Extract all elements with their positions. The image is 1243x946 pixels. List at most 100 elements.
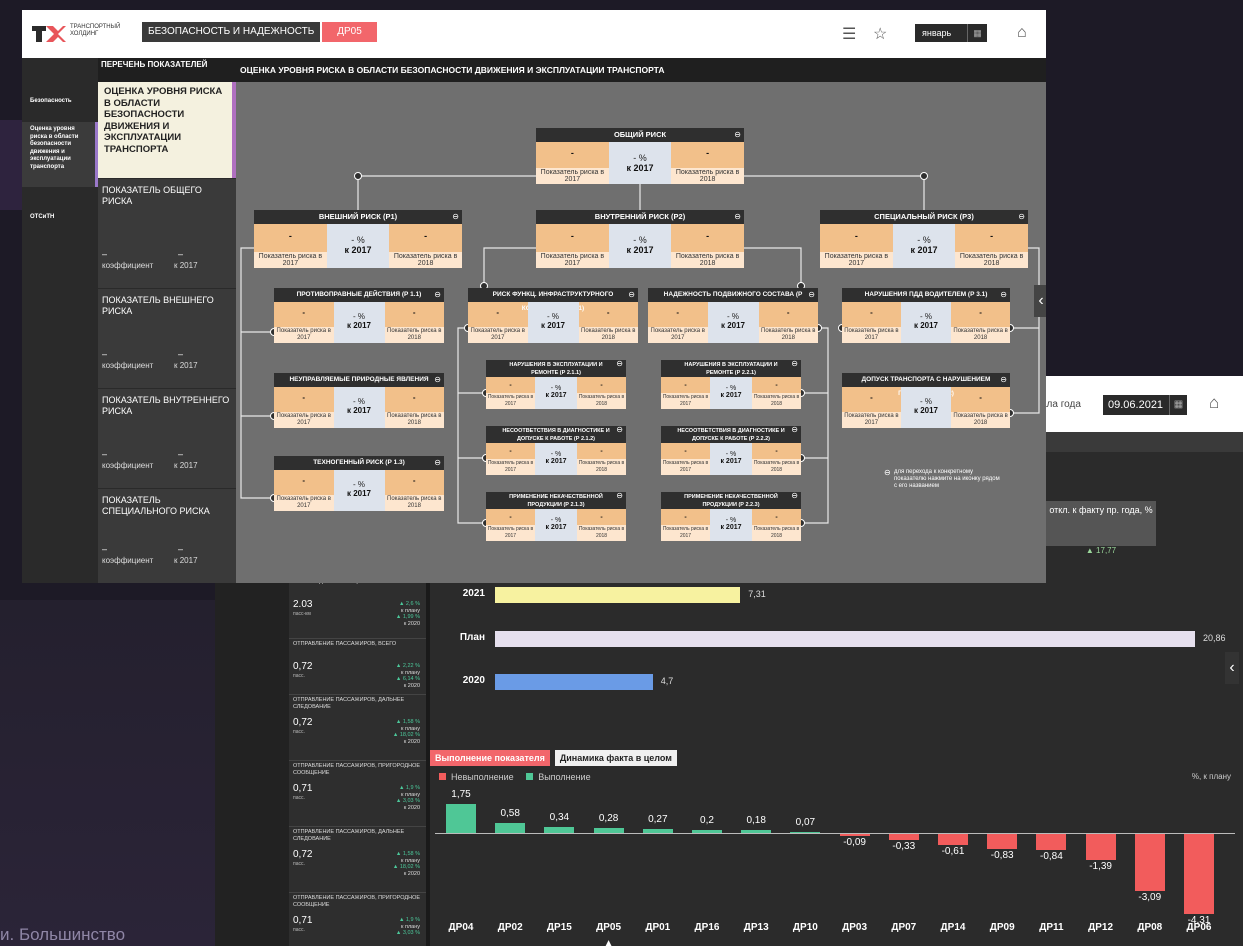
risk-box-title: НАДЕЖНОСТЬ ПОДВИЖНОГО СОСТАВА (Р 2.2)⊖ xyxy=(648,288,818,312)
risk-change-pct: - % xyxy=(919,312,932,322)
risk-value-cell: - Показатель риска в 2017 xyxy=(468,302,528,343)
bar[interactable] xyxy=(1184,834,1214,914)
risk-value-label: Показатель риска в 2018 xyxy=(758,327,818,343)
month-select[interactable]: январь xyxy=(915,24,967,42)
risk-box[interactable]: НЕСООТВЕТСТВИЯ В ДИАГНОСТИКЕ И ДОПУСКЕ К… xyxy=(486,426,626,475)
list-item[interactable]: ПОКАЗАТЕЛЬ СПЕЦИАЛЬНОГО РИСКА – – коэффицие… xyxy=(98,488,236,583)
nav-item-risk[interactable]: Оценка уровня риска в области безопаснос… xyxy=(22,122,98,187)
list-item-active[interactable]: ОЦЕНКА УРОВНЯ РИСКА В ОБЛАСТИ БЕЗОПАСНОС… xyxy=(98,82,236,178)
risk-value-cell: - Показатель риска в 2017 xyxy=(661,377,710,409)
coefficient-label: коэффициент xyxy=(102,361,154,370)
arrow-circle-icon[interactable]: ⊖ xyxy=(452,210,459,224)
arrow-circle-icon[interactable]: ⊖ xyxy=(734,128,741,142)
risk-box[interactable]: РИСК ФУНКЦ. ИНФРАСТРУКТУРНОГО КОМПЛЕКСА … xyxy=(468,288,638,343)
date-field[interactable]: 09.06.2021 xyxy=(1103,395,1169,415)
calendar-icon[interactable]: ▦ xyxy=(967,24,987,42)
kpi-unit: пасс. xyxy=(293,729,305,735)
risk-box[interactable]: ДОПУСК ТРАНСПОРТА С НАРУШЕНИЕМ ПОГРУЗКИ … xyxy=(842,373,1010,428)
bar[interactable] xyxy=(495,823,526,833)
bar[interactable] xyxy=(593,828,624,833)
risk-box[interactable]: ПРОТИВОПРАВНЫЕ ДЕЙСТВИЯ (Р 1.1) ⊖ - Показат… xyxy=(274,288,444,343)
kpi-title: ОТПРАВЛЕНИЕ ПАССАЖИРОВ, ДАЛЬНЕЕ СЛЕДОВАН… xyxy=(293,829,405,842)
arrow-circle-icon[interactable]: ⊖ xyxy=(1000,373,1007,387)
home-icon[interactable]: ⌂ xyxy=(1017,24,1027,42)
home-icon[interactable]: ⌂ xyxy=(1209,393,1219,413)
bar[interactable] xyxy=(1134,834,1165,892)
arrow-circle-icon[interactable]: ⊖ xyxy=(1000,288,1007,302)
risk-box[interactable]: ПРИМЕНЕНИЕ НЕКАЧЕСТВЕННОЙ ПРОДУКЦИИ (Р 2… xyxy=(661,492,801,541)
bar[interactable] xyxy=(692,829,722,833)
nav-item-otsitn[interactable]: ОТСиТН xyxy=(22,214,98,222)
list-item[interactable]: ПОКАЗАТЕЛЬ ОБЩЕГО РИСКА – – коэффициент к 20… xyxy=(98,178,236,288)
risk-box[interactable]: НАРУШЕНИЯ В ЭКСПЛУАТАЦИИ И РЕМОНТЕ (Р 2.… xyxy=(661,360,801,409)
arrow-circle-icon[interactable]: ⊖ xyxy=(791,492,798,500)
section-button[interactable]: БЕЗОПАСНОСТЬ И НАДЕЖНОСТЬ xyxy=(142,22,321,42)
arrow-circle-icon[interactable]: ⊖ xyxy=(434,373,441,387)
risk-box[interactable]: ВНУТРЕННИЙ РИСК (Р2) ⊖ - Показатель риска в… xyxy=(536,210,744,268)
arrow-circle-icon[interactable]: ⊖ xyxy=(434,288,441,302)
risk-box[interactable]: НЕУПРАВЛЯЕМЫЕ ПРИРОДНЫЕ ЯВЛЕНИЯ (Р 1.2)⊖… xyxy=(274,373,444,428)
arrow-circle-icon[interactable]: ⊖ xyxy=(616,426,623,434)
list-item[interactable]: ПОКАЗАТЕЛЬ ВНЕШНЕГО РИСКА – – коэффициент к … xyxy=(98,288,236,388)
legend-swatch-red xyxy=(439,773,446,780)
kpi-card[interactable]: ОТПРАВЛЕНИЕ ПАССАЖИРОВ, ДАЛЬНЕЕ СЛЕДОВАН… xyxy=(289,826,426,892)
risk-box[interactable]: ВНЕШНИЙ РИСК (Р1) ⊖ - Показатель риска в 20… xyxy=(254,210,462,268)
bar[interactable] xyxy=(1036,834,1067,850)
bar-category-label: ДР05 xyxy=(596,922,622,933)
risk-value: - xyxy=(600,513,603,521)
risk-value-label: Показатель риска в 2017 xyxy=(536,168,609,184)
risk-box[interactable]: ОБЩИЙ РИСК ⊖ - Показатель риска в 2017- % к … xyxy=(536,128,744,184)
arrow-circle-icon[interactable]: ⊖ xyxy=(1018,210,1025,224)
risk-box[interactable]: ПРИМЕНЕНИЕ НЕКАЧЕСТВЕННОЙ ПРОДУКЦИИ (Р 2… xyxy=(486,492,626,541)
risk-box[interactable]: НАДЕЖНОСТЬ ПОДВИЖНОГО СОСТАВА (Р 2.2)⊖- П… xyxy=(648,288,818,343)
risk-value-label: Показатель риска в 2018 xyxy=(578,327,638,343)
arrow-circle-icon[interactable]: ⊖ xyxy=(616,492,623,500)
chevron-left-icon[interactable]: ‹ xyxy=(1225,652,1239,684)
list-icon[interactable]: ☰ xyxy=(842,24,856,44)
kpi-card[interactable]: ОТПРАВЛЕНИЕ ПАССАЖИРОВ, ПРИГОРОДНОЕ СООБ… xyxy=(289,892,426,946)
bar[interactable] xyxy=(495,631,1195,647)
bar[interactable] xyxy=(495,587,741,603)
tab-fact-dynamics[interactable]: Динамика факта в целом xyxy=(554,750,677,766)
kpi-card[interactable]: ОТПРАВЛЕНИЕ ПАССАЖИРОВ, ПРИГОРОДНОЕ СООБ… xyxy=(289,760,426,826)
arrow-circle-icon[interactable]: ⊖ xyxy=(616,360,623,368)
bar[interactable] xyxy=(544,827,575,833)
bar[interactable] xyxy=(938,834,968,846)
risk-value-cell: - Показатель риска в 2018 xyxy=(955,224,1028,268)
bar[interactable] xyxy=(642,828,673,833)
code-button[interactable]: ДР05 xyxy=(322,22,377,42)
bar[interactable] xyxy=(987,834,1018,850)
kpi-card[interactable]: ОТПРАВЛЕНИЕ ПАССАЖИРОВ, ДАЛЬНЕЕ СЛЕДОВАН… xyxy=(289,694,426,760)
risk-box-title: НАРУШЕНИЯ ПДД ВОДИТЕЛЕМ (Р 3.1) ⊖ xyxy=(842,288,1010,302)
arrow-circle-icon[interactable]: ⊖ xyxy=(628,288,635,302)
star-icon[interactable]: ☆ xyxy=(873,24,887,44)
bar[interactable] xyxy=(1085,834,1116,860)
arrow-circle-icon[interactable]: ⊖ xyxy=(434,456,441,470)
risk-value: - xyxy=(412,393,416,403)
nav-item-safety[interactable]: Безопасность xyxy=(22,98,98,106)
calendar-icon[interactable]: ▦ xyxy=(1169,395,1187,415)
list-item[interactable]: ПОКАЗАТЕЛЬ ВНУТРЕННЕГО РИСКА – – коэффициен… xyxy=(98,388,236,488)
arrow-circle-icon[interactable]: ⊖ xyxy=(808,288,815,302)
tab-execution[interactable]: Выполнение показателя xyxy=(430,750,550,766)
risk-box[interactable]: НЕСООТВЕТСТВИЯ В ДИАГНОСТИКЕ И ДОПУСКЕ К… xyxy=(661,426,801,475)
kpi-value: 0,71 xyxy=(293,783,313,794)
risk-value-cell: - Показатель риска в 2018 xyxy=(384,387,444,428)
arrow-circle-icon[interactable]: ⊖ xyxy=(791,426,798,434)
risk-box[interactable]: НАРУШЕНИЯ В ЭКСПЛУАТАЦИИ И РЕМОНТЕ (Р 2.… xyxy=(486,360,626,409)
chevron-left-icon[interactable]: ‹ xyxy=(1034,285,1046,317)
risk-box[interactable]: ТЕХНОГЕННЫЙ РИСК (Р 1.3) ⊖ - Показатель рис… xyxy=(274,456,444,511)
kpi-card[interactable]: ПРИГОРОДНОЕ СООБЩЕНИЕ2.03пасс-км▲ 2,6 %к… xyxy=(289,576,426,642)
risk-box[interactable]: СПЕЦИАЛЬНЫЙ РИСК (Р3) ⊖ - Показатель риска … xyxy=(820,210,1028,268)
arrow-circle-icon[interactable]: ⊖ xyxy=(791,360,798,368)
bar[interactable] xyxy=(888,834,919,841)
bar[interactable] xyxy=(790,831,821,833)
bar[interactable] xyxy=(741,830,772,833)
bar[interactable] xyxy=(839,834,870,836)
risk-box[interactable]: НАРУШЕНИЯ ПДД ВОДИТЕЛЕМ (Р 3.1) ⊖ - Показат… xyxy=(842,288,1010,343)
risk-change-cell: - % к 2017 xyxy=(326,224,390,268)
bar[interactable] xyxy=(446,804,476,833)
bar[interactable] xyxy=(495,674,653,690)
risk-value-cell: - Показатель риска в 2018 xyxy=(951,387,1010,428)
arrow-circle-icon[interactable]: ⊖ xyxy=(734,210,741,224)
